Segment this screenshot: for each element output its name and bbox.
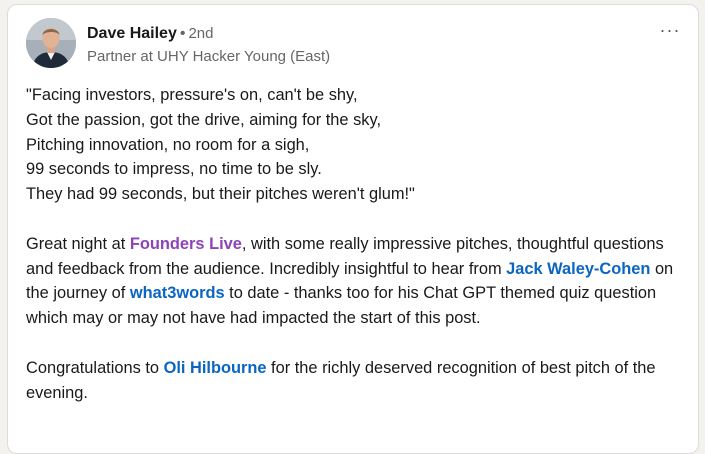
more-horizontal-icon: ··· — [659, 20, 681, 40]
more-options-button[interactable]: ··· — [656, 19, 684, 41]
poem-line: Got the passion, got the drive, aiming f… — [26, 110, 382, 129]
author-name[interactable]: Dave Hailey — [87, 25, 177, 42]
connection-separator: • — [179, 25, 186, 42]
jack-waley-cohen-mention-link[interactable]: Jack Waley-Cohen — [506, 260, 650, 278]
what3words-mention-link[interactable]: what3words — [130, 284, 225, 302]
post-header: Dave Hailey • 2nd Partner at UHY Hacker Yo… — [8, 5, 698, 75]
author-name-line: Dave Hailey • 2nd — [87, 24, 213, 44]
post-card: Dave Hailey • 2nd Partner at UHY Hacker Yo… — [7, 4, 699, 454]
poem-line: They had 99 seconds, but their pitches w… — [26, 185, 415, 204]
oli-hilbourne-mention-link[interactable]: Oli Hilbourne — [164, 359, 267, 377]
congratulations-paragraph: Congratulations to Oli Hilbourne for the… — [26, 356, 686, 406]
poem-line: Pitching innovation, no room for a sigh, — [26, 135, 310, 154]
poem-line: 99 seconds to impress, no time to be sly… — [26, 160, 322, 179]
event-paragraph: Great night at Founders Live, with some … — [26, 232, 686, 331]
text-segment: Great night at — [26, 234, 130, 253]
founders-live-mention-link[interactable]: Founders Live — [130, 235, 242, 253]
author-avatar[interactable] — [26, 18, 76, 68]
author-headline: Partner at UHY Hacker Young (East) — [87, 48, 331, 65]
text-segment: Congratulations to — [26, 358, 164, 377]
post-text: "Facing investors, pressure's on, can't … — [26, 83, 686, 405]
poem-line: "Facing investors, pressure's on, can't … — [26, 86, 358, 104]
connection-degree: 2nd — [188, 25, 214, 42]
